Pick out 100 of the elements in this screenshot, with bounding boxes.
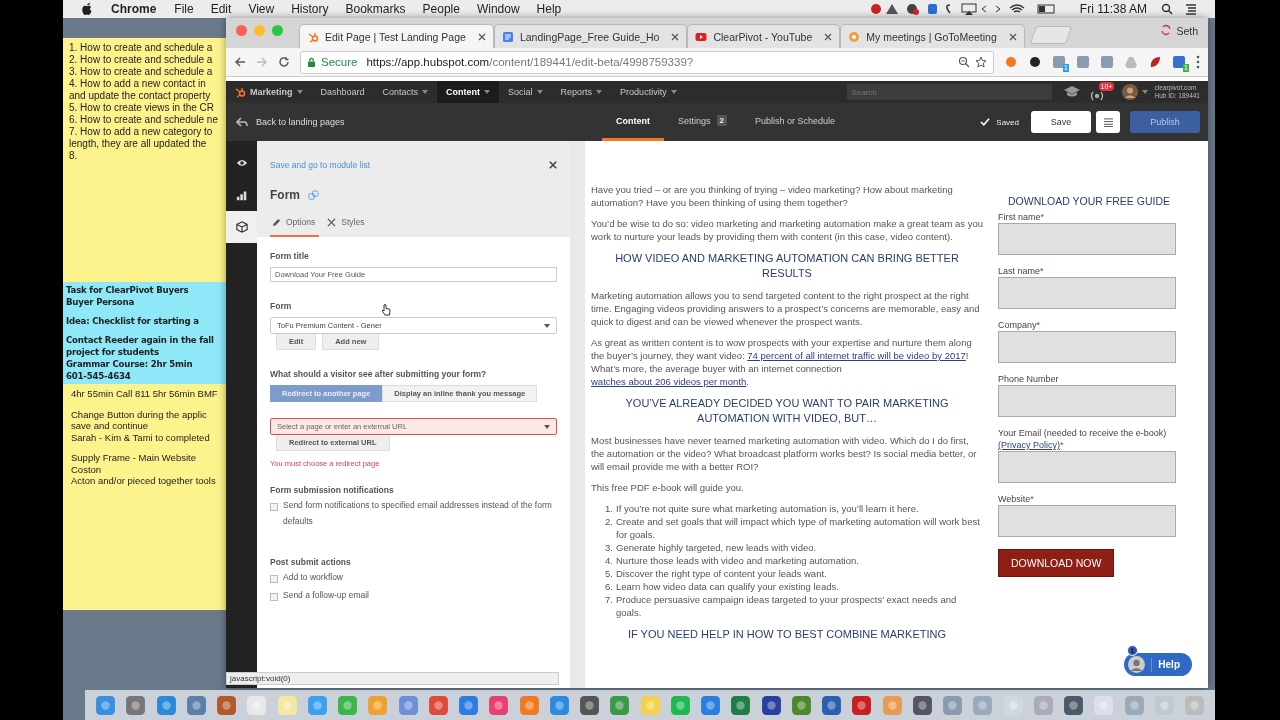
profile-button[interactable]: Seth [1176,25,1198,37]
note-line: 6. How to create and schedule ne [69,114,219,126]
list-item: Generate highly targeted, new leads with video. [616,541,818,554]
save-button[interactable]: Save [1031,111,1091,133]
nav-menu-item[interactable]: Productivity [611,81,686,103]
paragraph: Have you tried – or are you thinking of trying – video marketing? How about marketing automation? Have you been thinking of using them together? [591,183,954,209]
count-badge: 2 [716,115,727,126]
paragraph: Marketing automation allows you to send targeted content to the right prospect at the right time. Engaging videos providing answers to a prospect’s concerns are memorable, easy and quick to digest and can be viewed whenever the prospect wants. [591,289,981,328]
note-line: Supply Frame - Main Website [71,452,197,464]
note-line: Grammar Course: 2hr 5min [66,358,194,370]
help-button[interactable]: Help [1124,653,1192,676]
note-line: 7. How to add a new category to [69,126,214,138]
note-line: 4. How to add a new contact in [69,78,207,90]
field-label: What should a visitor see after submitting your form? [270,369,487,379]
note-line: save and continue [71,420,150,432]
clock[interactable]: Fri 11:38 AM [1079,2,1147,16]
browser-tab[interactable]: ClearPivot - YouTube [687,24,841,48]
panel-tab[interactable]: Styles [325,217,369,237]
section-heading: IF YOU NEED HELP IN HOW TO BEST COMBINE MARKETING [626,627,947,642]
note-line: Coston [71,463,103,475]
saved-status: Saved [996,117,1019,127]
list-number: 1. [604,502,613,515]
menu-item[interactable]: People [422,2,460,16]
nav-menu-item[interactable]: Dashboard [311,81,374,103]
list-number: 2. [604,515,613,529]
field-label: Your Email (needed to receive the e-book) [998,427,1168,439]
download-button[interactable]: DOWNLOAD NOW [998,549,1115,577]
panel-tab[interactable]: Options [270,217,320,237]
menu-item[interactable]: Window [476,2,520,16]
note-line: Acton and/or pieced together tools [71,475,217,487]
field-label: Phone Number [998,373,1060,385]
paragraph: This free PDF e-book will guide you. [591,481,745,494]
list-item: Produce persuasive campaign ideas targeted to your prospects’ exact needs and goals. [616,593,958,619]
editor-tab[interactable]: Settings 2 [664,103,741,141]
nav-menu-item[interactable]: Reports [551,81,612,103]
note-line: project for students [66,346,160,358]
note-line: 1. How to create and schedule a [69,42,214,54]
field-label: Form submission notifications [270,485,394,495]
address-bar[interactable]: Secure https://app.hubspot.com/content/189441/edit-beta/4998759339? [300,50,994,74]
menu-item[interactable]: File [174,2,194,16]
note-line: Idea: Checklist for starting a [66,315,200,327]
menu-item[interactable]: Bookmarks [345,2,406,16]
menu-item[interactable]: Edit [210,2,232,16]
list-number: 7. [604,593,613,607]
note-line: 5. How to create views in the CR [69,102,216,114]
form-heading: DOWNLOAD YOUR FREE GUIDE [1007,195,1171,207]
privacy-policy-link[interactable]: (Privacy Policy) [998,440,1060,450]
nav-menu-item[interactable]: Contacts [373,81,438,103]
menu-item[interactable]: History [291,2,329,16]
list-item: Create and set goals that will impact which type of marketing automation will work best for goals. [616,515,981,541]
menu-item[interactable]: Help [536,2,562,16]
note-line: Contact Reeder again in the fall [66,334,215,346]
section-heading: HOW VIDEO AND MARKETING AUTOMATION CAN BRING BETTER RESULTS [614,251,960,281]
checkbox-label: Add to workflow [283,571,343,584]
required-mark: * [1060,440,1064,450]
note-line: and update the contact property [69,90,212,102]
module-title: Form [270,188,300,202]
list-number: 5. [604,567,613,580]
list-number: 4. [604,554,613,567]
note-line: Task for ClearPivot Buyers [66,284,190,296]
field-label: Website* [998,493,1035,505]
note-line: 601-545-4634 [66,370,132,382]
paragraph: Most businesses have never teamed marketing automation with video. Which do I do first, the automation or the video? What broadcast platform works best? Is social media better, or will email provide me with a better ROI? [591,434,978,473]
browser-tab[interactable]: Edit Page | Test Landing Page [299,24,494,48]
note-line: 4hr 55min Call 811 5hr 56min BMF [71,388,219,400]
list-number: 6. [604,580,613,593]
note-line: length, they are all updated the [69,138,208,150]
nav-menu-item[interactable]: Social [499,81,552,103]
field-label: First name* [998,211,1046,223]
list-number: 3. [604,541,613,554]
note-line: 3. How to create and schedule a [69,66,214,78]
field-label: Post submit actions [270,557,351,567]
paragraph: As great as written content is to wow prospects with your expertise and nurture them along the buyer’s journey, they want video: 74 percent of all internet traffic will be video by 2017! What’s more, the average buyer with an internet connection watches about 206 videos per month. [591,336,973,388]
menu-item[interactable]: View [248,2,275,16]
checkbox-label: Send form notifications to specified email addresses instead of the form defaults [283,499,553,528]
paragraph: You’d be wise to do so: video marketing and marketing automation make a great team as you work to nurture your leads by providing them with content (in this case, video content). [591,217,983,243]
field-label: Form [270,301,292,311]
publish-button[interactable]: Publish [1130,111,1200,133]
editor-tab[interactable]: Publish or Schedule [741,103,850,141]
nav-menu-item[interactable]: Marketing [250,81,312,103]
note-line: 2. How to create and schedule a [69,54,214,66]
nav-menu-item[interactable]: Content [437,81,500,103]
list-item: Discover the right type of content your leads want. [616,567,828,580]
back-link[interactable]: Back to landing pages [236,117,602,127]
list-item: If you’re not quite sure what marketing automation is, you’ll learn it here. [616,502,920,515]
note-line: Change Button during the applic [71,408,208,420]
list-item: Learn how video data can qualify your existing leads. [616,580,840,593]
status-bar: javascript:void(0) [226,672,559,685]
note-line: Sarah - Kim & Tami to completed [71,431,211,443]
browser-tab[interactable]: My meetings | GoToMeeting [840,24,1025,48]
field-label: Form title [270,251,309,261]
section-heading: YOU’VE ALREADY DECIDED YOU WANT TO PAIR MARKETING AUTOMATION WITH VIDEO, BUT… [624,396,950,426]
app-name-menu[interactable]: Chrome [111,2,157,16]
browser-tab[interactable]: LandingPage_Free Guide_Ho [493,24,688,48]
article-link[interactable]: 74 percent of all internet traffic will be video by 2017 [747,350,966,361]
note-line: 8. [69,150,79,162]
field-label: Last name* [998,265,1045,277]
note-line: Buyer Persona [66,296,136,308]
field-label: Company* [998,319,1042,331]
checkbox-label: Send a follow-up email [283,589,369,602]
